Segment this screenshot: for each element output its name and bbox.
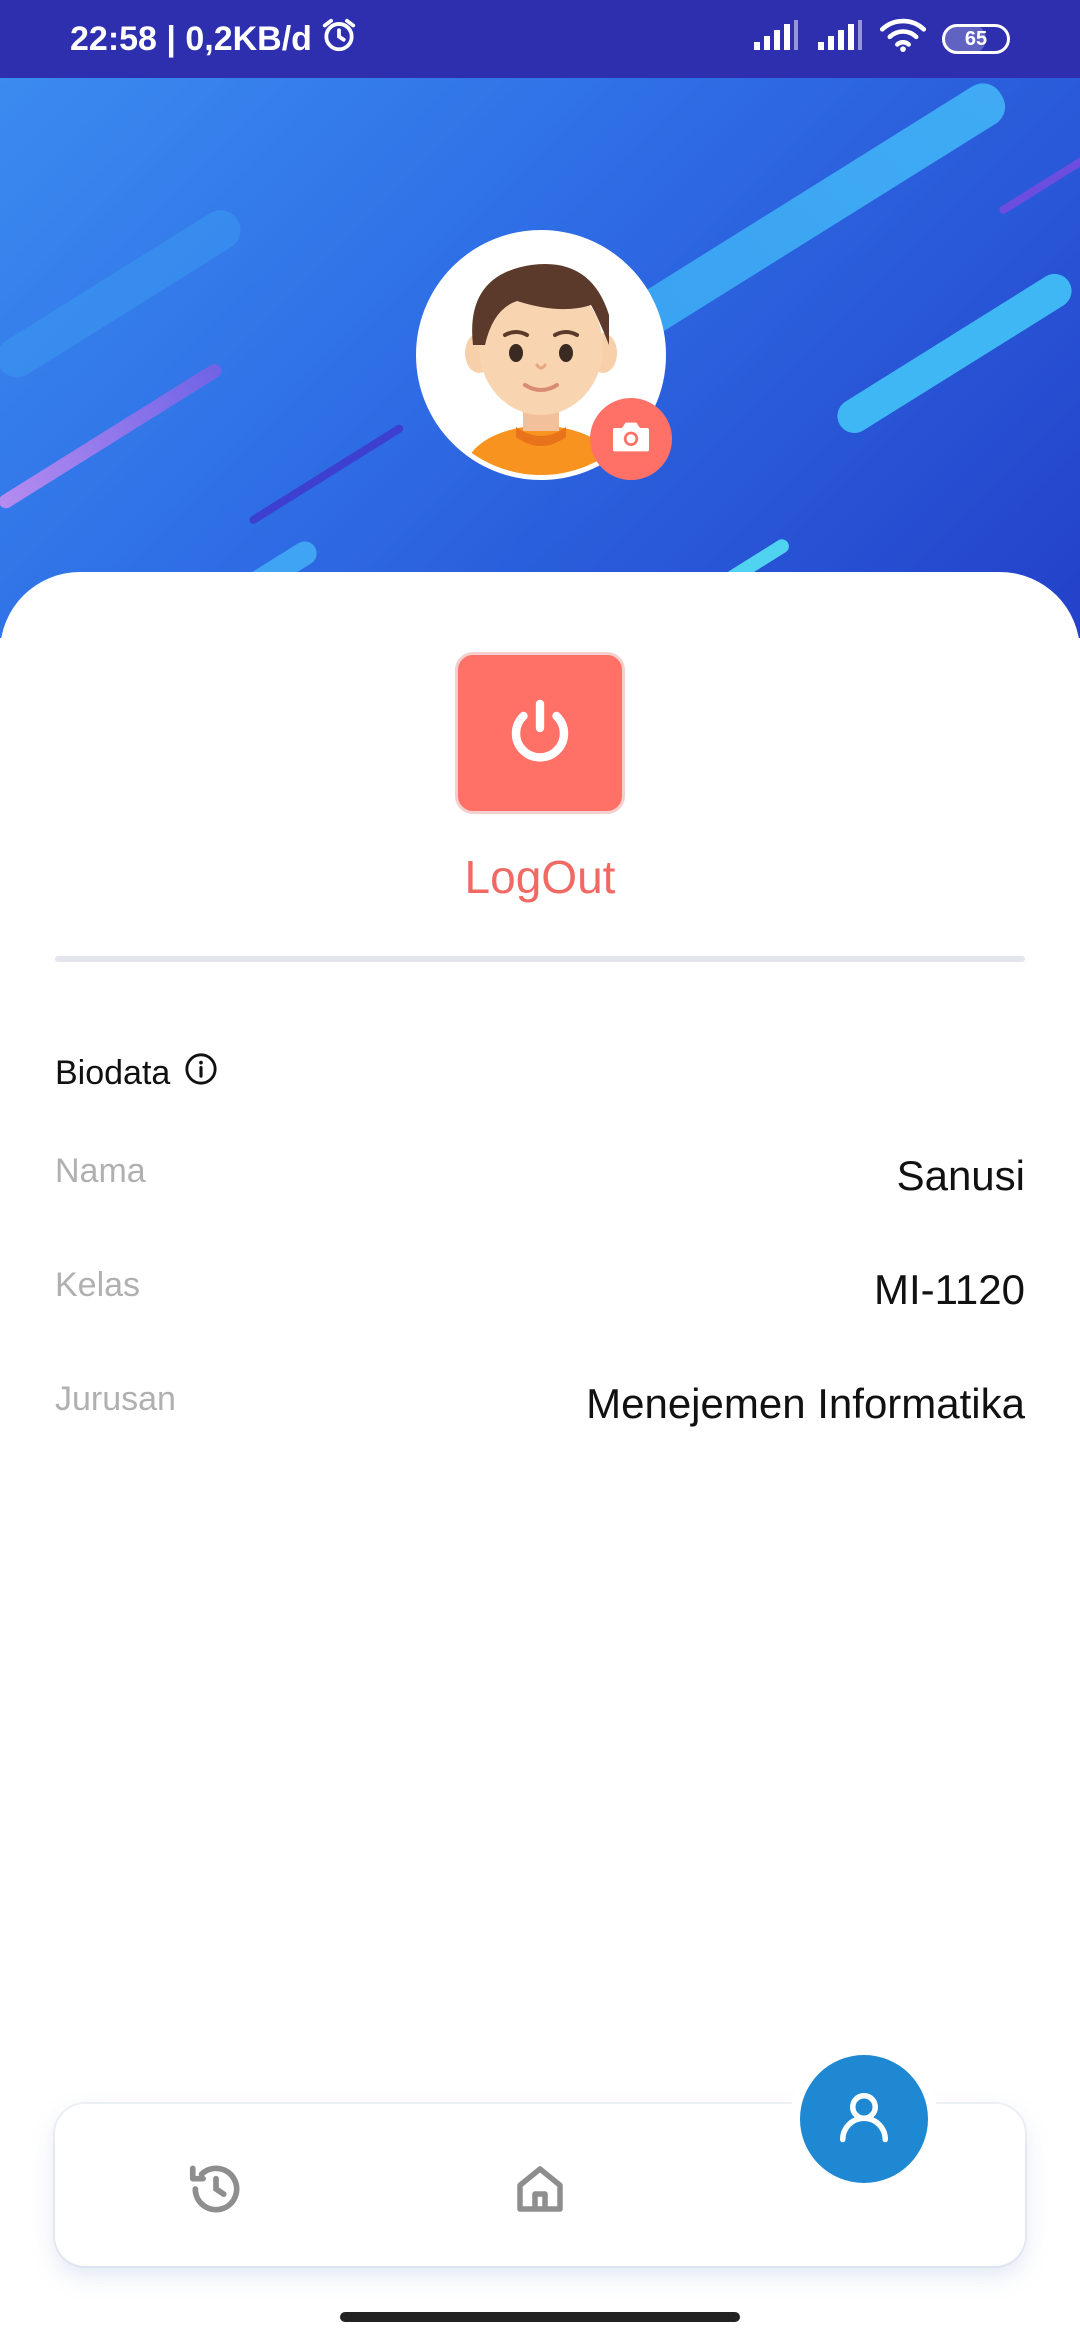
biodata-row-kelas: Kelas MI-1120 — [55, 1266, 1025, 1314]
home-indicator[interactable] — [340, 2312, 740, 2322]
alarm-icon — [320, 16, 358, 63]
home-icon — [510, 2159, 570, 2224]
nav-history[interactable] — [181, 2156, 251, 2226]
logout-button[interactable] — [455, 652, 625, 814]
row-label: Nama — [55, 1152, 146, 1190]
row-value: Menejemen Informatika — [586, 1380, 1025, 1427]
row-value: Sanusi — [896, 1152, 1025, 1199]
biodata-heading: Biodata — [55, 1052, 218, 1095]
profile-avatar-wrap — [416, 230, 672, 480]
nav-profile-button[interactable] — [800, 2055, 928, 2183]
signal-icon — [752, 19, 800, 59]
biodata-row-jurusan: Jurusan Menejemen Informatika — [55, 1380, 1025, 1428]
divider — [55, 956, 1025, 962]
history-icon — [185, 2158, 247, 2225]
battery-icon: 65 — [942, 24, 1010, 54]
nav-home[interactable] — [505, 2156, 575, 2226]
battery-level: 65 — [964, 27, 988, 50]
profile-icon — [834, 2087, 894, 2152]
status-time-data: 22:58 | 0,2KB/d — [70, 19, 312, 58]
status-bar: 22:58 | 0,2KB/d 65 — [0, 0, 1080, 78]
change-photo-button[interactable] — [590, 398, 672, 480]
info-icon[interactable] — [184, 1052, 218, 1095]
power-icon — [504, 695, 576, 772]
signal-icon — [816, 19, 864, 59]
biodata-row-nama: Nama Sanusi — [55, 1152, 1025, 1200]
row-label: Kelas — [55, 1266, 141, 1304]
camera-icon — [609, 419, 653, 460]
biodata-title: Biodata — [55, 1054, 171, 1092]
profile-card: LogOut Biodata Nama Sanusi Kelas MI-1120… — [0, 572, 1080, 2340]
logout-label[interactable]: LogOut — [0, 850, 1080, 904]
row-value: MI-1120 — [874, 1266, 1025, 1313]
wifi-icon — [879, 18, 927, 61]
row-label: Jurusan — [55, 1380, 176, 1418]
